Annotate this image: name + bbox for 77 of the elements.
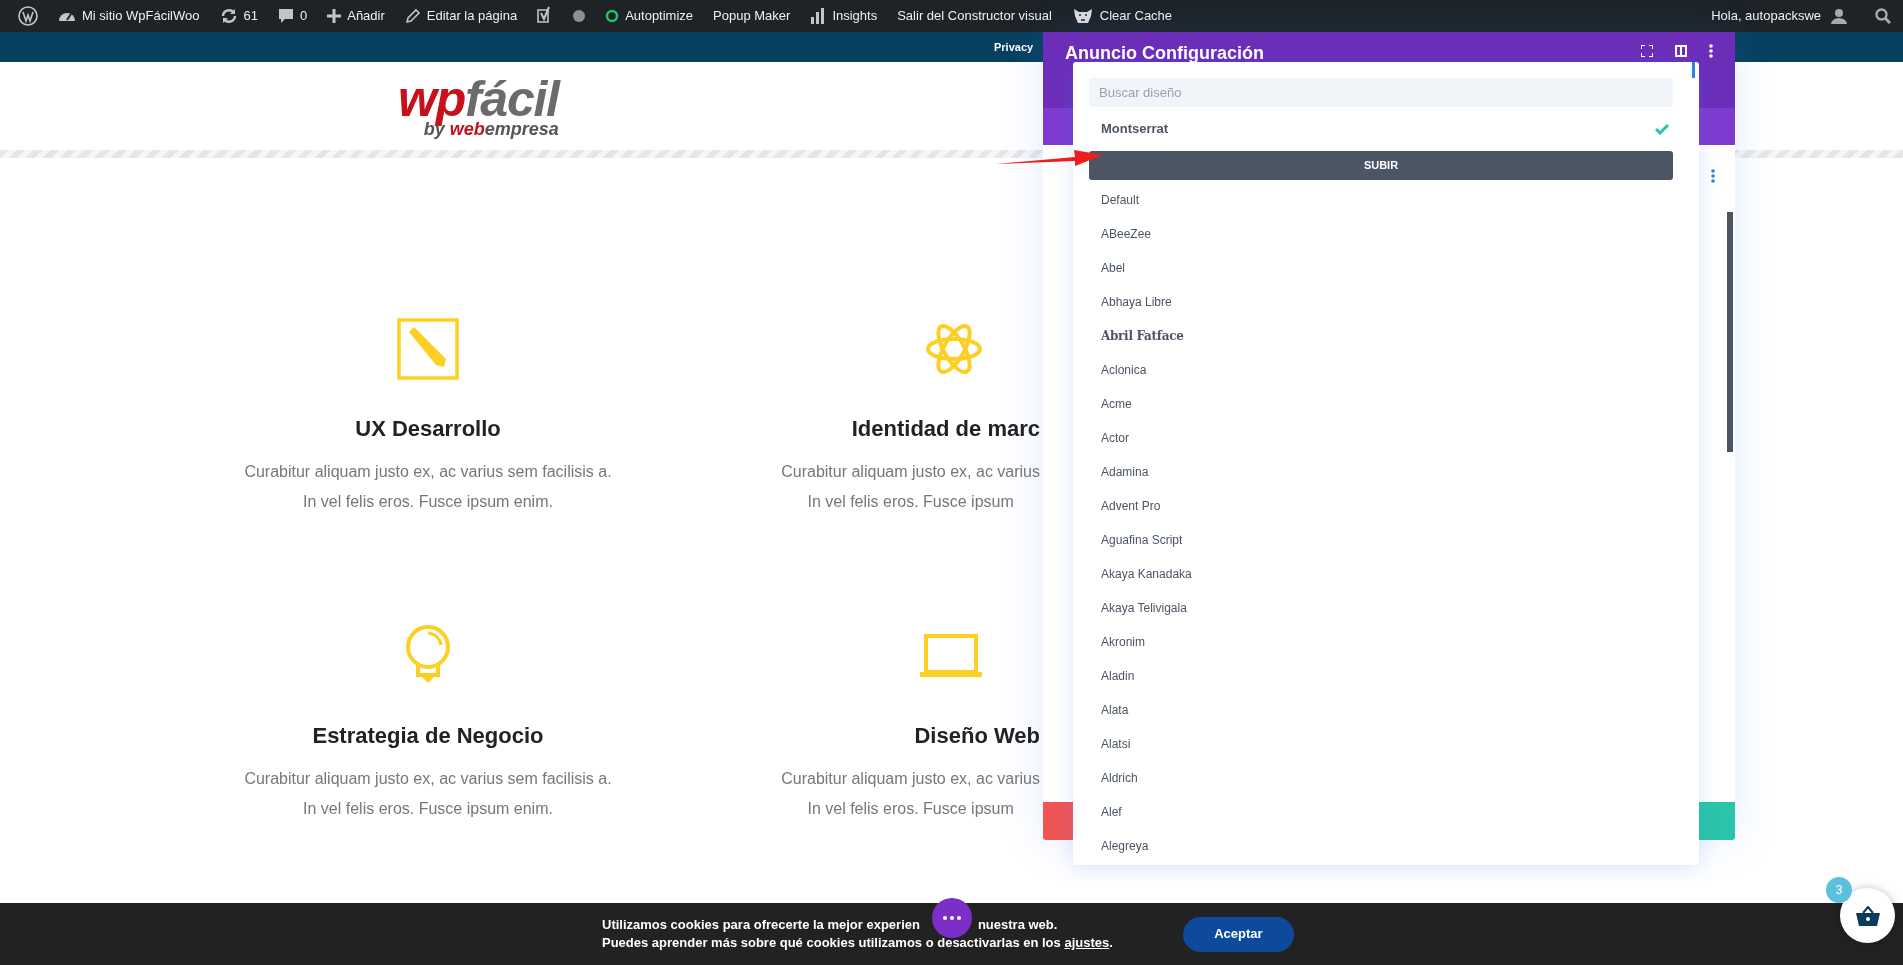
- feature-title: Diseño Web: [914, 722, 1040, 750]
- feature-description: Curabitur aliquam justo ex, ac varius sem facilisis a.: [244, 769, 612, 789]
- cookie-message: Utilizamos cookies para ofrecerte la mejor experien: [602, 916, 920, 934]
- more-icon[interactable]: [1711, 169, 1715, 183]
- feature-description: Curabitur aliquam justo ex, ac varius sem facilisis a.: [244, 462, 612, 482]
- font-option[interactable]: Adamina: [1089, 455, 1683, 489]
- cart-count-badge: 3: [1826, 877, 1852, 903]
- font-option[interactable]: Aldrich: [1089, 761, 1683, 795]
- toolbar-item[interactable]: Clear Cache: [1061, 0, 1183, 32]
- privacy-link[interactable]: Privacy: [994, 38, 1034, 56]
- more-icon[interactable]: [1709, 44, 1713, 58]
- comment-icon: [278, 8, 294, 24]
- status-ring-icon: [605, 9, 620, 23]
- font-option[interactable]: Akaya Kanadaka: [1089, 557, 1683, 591]
- feature-description: Curabitur aliquam justo ex, ac varius: [781, 769, 1040, 789]
- expand-icon[interactable]: [1641, 45, 1653, 57]
- site-logo[interactable]: wpfácil by webempresa: [398, 74, 559, 138]
- search-field[interactable]: Buscar diseño: [1089, 78, 1673, 107]
- account-greeting[interactable]: Hola, autopackswe: [1711, 6, 1821, 26]
- basket-icon: [1855, 905, 1880, 926]
- font-option[interactable]: Aguafina Script: [1089, 523, 1683, 557]
- font-option[interactable]: Abhaya Libre: [1089, 285, 1683, 319]
- panel-title: Anuncio Configuración: [1065, 42, 1264, 65]
- wordpress-icon[interactable]: [18, 6, 38, 26]
- feature-title: UX Desarrollo: [355, 415, 501, 443]
- toolbar-item[interactable]: Salir del Constructor visual: [887, 0, 1062, 32]
- pencil-icon: [404, 8, 421, 24]
- search-icon[interactable]: [1875, 8, 1891, 24]
- toolbar-item[interactable]: 0: [268, 0, 318, 32]
- bar-chart-icon: [810, 8, 827, 24]
- font-option[interactable]: Alef: [1089, 795, 1683, 829]
- dropdown-scrollbar[interactable]: [1692, 62, 1695, 78]
- refresh-icon: [219, 7, 238, 25]
- font-option[interactable]: Actor: [1089, 421, 1683, 455]
- toolbar-item[interactable]: Mi sitio WpFácilWoo: [48, 0, 210, 32]
- toolbar-item[interactable]: Autoptimize: [595, 0, 704, 32]
- scrollbar-thumb[interactable]: [1727, 212, 1733, 452]
- feature-description: In vel felis eros. Fusce ipsum: [807, 492, 1014, 512]
- toolbar-item[interactable]: Insights: [800, 0, 888, 32]
- feature-title: Estrategia de Negocio: [312, 722, 544, 750]
- animal-head-icon: [1071, 7, 1094, 25]
- feature-description: In vel felis eros. Fusce ipsum: [807, 799, 1014, 819]
- feature-description: Curabitur aliquam justo ex, ac varius: [781, 462, 1040, 482]
- user-icon[interactable]: [1831, 8, 1847, 24]
- font-option[interactable]: Default: [1089, 183, 1683, 217]
- cookie-message: nuestra web.: [977, 916, 1058, 934]
- font-option[interactable]: Akaya Telivigala: [1089, 591, 1683, 625]
- feature-description: In vel felis eros. Fusce ipsum enim.: [303, 492, 553, 512]
- plus-icon: [327, 9, 342, 23]
- font-option[interactable]: Alegreya: [1089, 829, 1683, 863]
- font-option[interactable]: Alata: [1089, 693, 1683, 727]
- font-option[interactable]: Montserrat: [1089, 107, 1683, 151]
- font-option[interactable]: Abel: [1089, 251, 1683, 285]
- toolbar-item[interactable]: Editar la página: [394, 0, 528, 32]
- checkmark-icon: [1655, 123, 1669, 135]
- feature-description: In vel felis eros. Fusce ipsum enim.: [303, 799, 553, 819]
- cookie-message: Puedes aprender más sobre qué cookies utilizamos o desactivarlas en los ajustes.: [602, 934, 1113, 952]
- more-icon: [943, 916, 961, 920]
- pencil-icon: [397, 318, 459, 380]
- font-option[interactable]: Akronim: [1089, 625, 1683, 659]
- upload-button[interactable]: SUBIR: [1089, 151, 1673, 180]
- font-option[interactable]: Acme: [1089, 387, 1683, 421]
- font-option[interactable]: Aladin: [1089, 659, 1683, 693]
- status-dot-icon: [573, 10, 586, 22]
- columns-icon[interactable]: [1675, 45, 1687, 57]
- more-options-button[interactable]: [932, 898, 972, 938]
- font-option[interactable]: Abril Fatface: [1089, 319, 1683, 353]
- feature-title: Identidad de marc: [851, 415, 1040, 443]
- toolbar-item[interactable]: 61: [209, 0, 268, 32]
- font-option[interactable]: Alatsi: [1089, 727, 1683, 761]
- toolbar-item[interactable]: Añadir: [317, 0, 395, 32]
- font-option[interactable]: Aclonica: [1089, 353, 1683, 387]
- toolbar-item[interactable]: Popup Maker: [703, 0, 801, 32]
- laptop-icon: [920, 634, 982, 678]
- font-option[interactable]: ABeeZee: [1089, 217, 1683, 251]
- font-option[interactable]: Advent Pro: [1089, 489, 1683, 523]
- accept-button[interactable]: Aceptar: [1182, 916, 1294, 952]
